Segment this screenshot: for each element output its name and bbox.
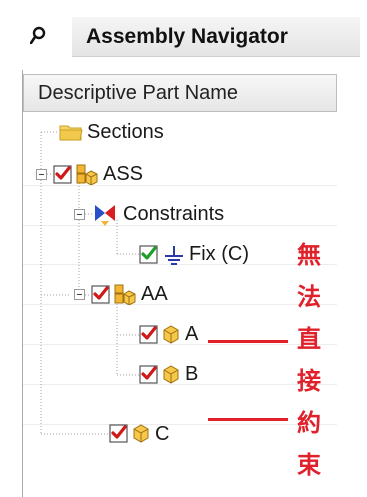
part-cube-icon bbox=[161, 364, 181, 389]
tree-item-ass[interactable]: ASS bbox=[103, 162, 143, 186]
annotation-char: 直 bbox=[297, 325, 321, 353]
checkbox-checked-red-icon[interactable] bbox=[139, 365, 158, 389]
tree-item-sections[interactable]: Sections bbox=[87, 120, 164, 144]
checkbox-checked-red-icon[interactable] bbox=[109, 424, 128, 448]
tree-item-constraints[interactable]: Constraints bbox=[123, 202, 224, 226]
folder-icon bbox=[59, 122, 83, 147]
annotation-arrow-line-a bbox=[208, 340, 288, 343]
checkbox-checked-red-icon[interactable] bbox=[91, 285, 110, 309]
checkbox-checked-red-icon[interactable] bbox=[53, 165, 72, 189]
annotation-char: 約 bbox=[297, 409, 321, 437]
part-cube-icon bbox=[161, 324, 181, 349]
tree-item-aa[interactable]: AA bbox=[141, 282, 168, 306]
constraints-icon bbox=[93, 203, 117, 232]
pin-icon[interactable] bbox=[29, 26, 48, 45]
tree-item-a[interactable]: A bbox=[185, 322, 198, 346]
tree-item-fix-c[interactable]: Fix (C) bbox=[189, 242, 249, 266]
tree-item-b[interactable]: B bbox=[185, 362, 198, 386]
annotation-char: 束 bbox=[297, 451, 321, 479]
annotation-char: 法 bbox=[297, 283, 321, 311]
checkbox-checked-green-icon[interactable] bbox=[139, 245, 158, 269]
annotation-char: 接 bbox=[297, 367, 321, 395]
assembly-navigator-title[interactable]: Assembly Navigator bbox=[72, 17, 360, 57]
assembly-icon bbox=[75, 163, 99, 190]
fix-constraint-icon bbox=[163, 244, 185, 271]
annotation-char: 無 bbox=[297, 241, 321, 269]
annotation-arrow-line-c bbox=[208, 418, 288, 421]
checkbox-checked-red-icon[interactable] bbox=[139, 325, 158, 349]
assembly-icon bbox=[113, 283, 137, 310]
navigator-titlebar: Assembly Navigator bbox=[0, 0, 367, 70]
collapse-constraints-toggle[interactable] bbox=[74, 209, 85, 220]
part-cube-icon bbox=[131, 423, 151, 448]
tree-item-c[interactable]: C bbox=[155, 422, 169, 446]
collapse-aa-toggle[interactable] bbox=[74, 289, 85, 300]
collapse-ass-toggle[interactable] bbox=[36, 169, 47, 180]
